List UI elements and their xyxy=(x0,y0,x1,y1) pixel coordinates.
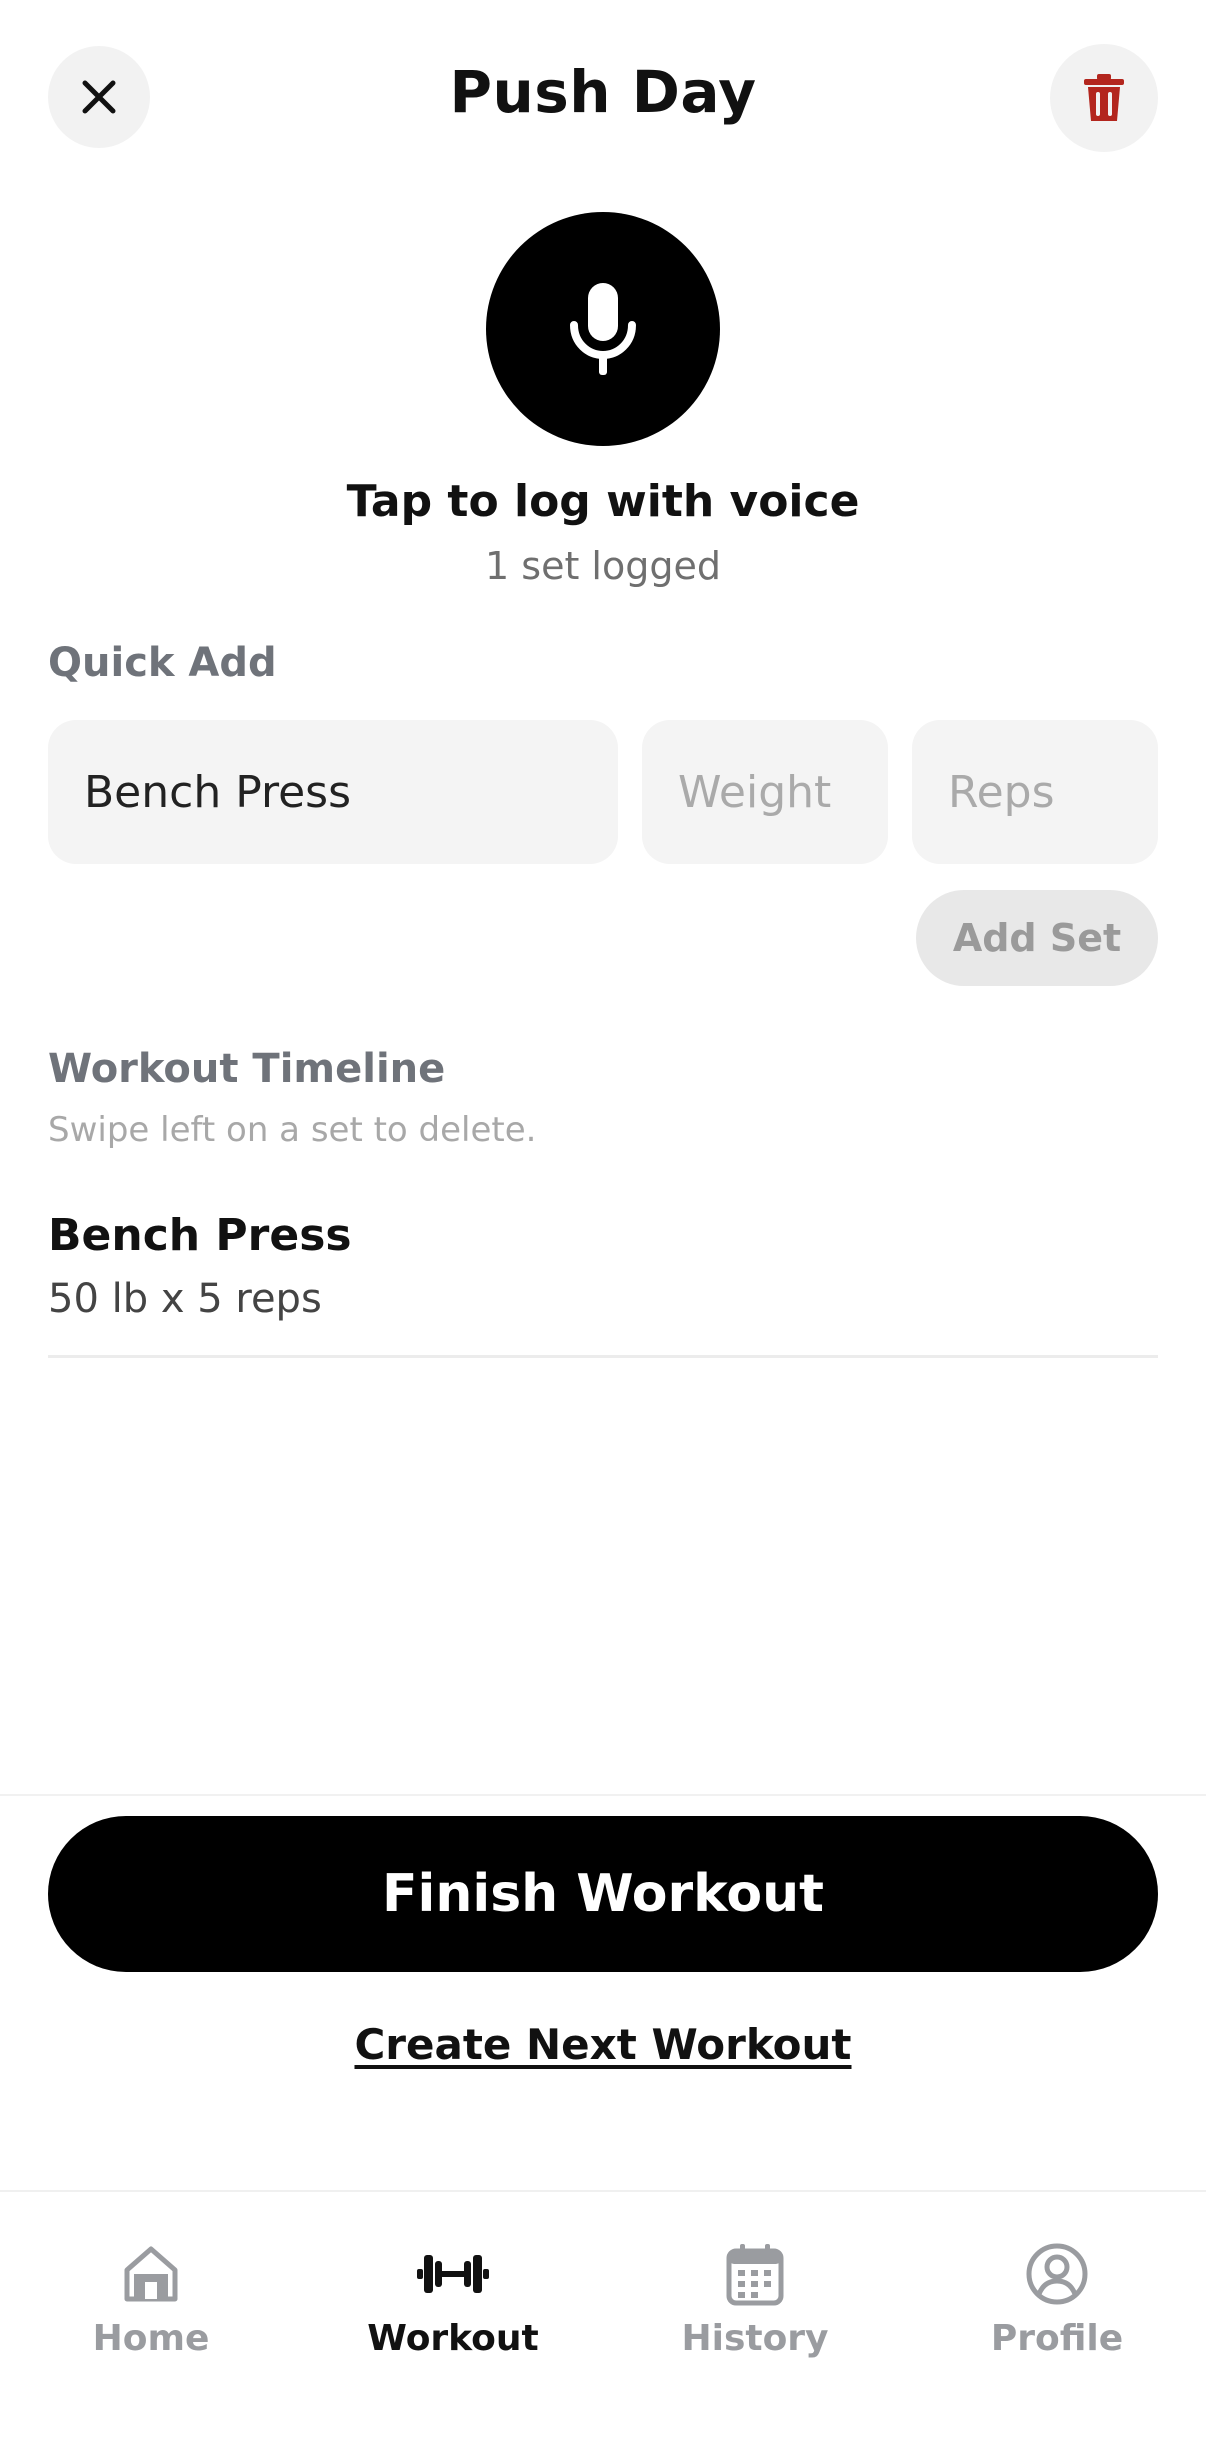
tab-profile-label: Profile xyxy=(990,2318,1124,2359)
tab-history-label: History xyxy=(681,2318,829,2359)
timeline-label: Workout Timeline xyxy=(48,1046,446,1092)
tab-bar: Home Workout History Profile xyxy=(0,2190,1206,2456)
voice-log-button[interactable] xyxy=(486,212,720,446)
dumbbell-icon xyxy=(417,2255,489,2293)
tab-workout[interactable]: Workout xyxy=(302,2192,604,2392)
tab-workout-label: Workout xyxy=(367,2318,539,2359)
quick-add-label: Quick Add xyxy=(48,640,277,686)
profile-icon xyxy=(1026,2243,1088,2305)
microphone-icon xyxy=(570,283,636,375)
weight-field[interactable]: Weight xyxy=(642,720,888,864)
create-next-workout-link[interactable]: Create Next Workout xyxy=(0,2020,1206,2069)
set-detail: 50 lb x 5 reps xyxy=(48,1276,322,1322)
tab-history[interactable]: History xyxy=(604,2192,906,2392)
tab-profile[interactable]: Profile xyxy=(906,2192,1206,2392)
sets-logged-count: 1 set logged xyxy=(485,544,721,588)
trash-icon xyxy=(1084,74,1124,121)
workout-screen: Push Day Tap to log with voice 1 set log… xyxy=(0,0,1206,2456)
voice-prompt: Tap to log with voice xyxy=(346,476,860,527)
divider xyxy=(0,1794,1206,1796)
set-list-item[interactable]: Bench Press 50 lb x 5 reps xyxy=(48,1210,1158,1358)
page-title: Push Day xyxy=(449,58,757,126)
reps-field[interactable]: Reps xyxy=(912,720,1158,864)
tab-home-label: Home xyxy=(92,2318,210,2359)
delete-workout-button[interactable] xyxy=(1050,44,1158,152)
finish-workout-button[interactable]: Finish Workout xyxy=(48,1816,1158,1972)
timeline-hint: Swipe left on a set to delete. xyxy=(48,1110,537,1150)
home-icon xyxy=(124,2246,178,2302)
tab-home[interactable]: Home xyxy=(0,2192,302,2392)
calendar-icon xyxy=(726,2244,784,2306)
set-exercise-name: Bench Press xyxy=(48,1210,352,1261)
exercise-field[interactable]: Bench Press xyxy=(48,720,618,864)
add-set-button[interactable]: Add Set xyxy=(916,890,1158,986)
